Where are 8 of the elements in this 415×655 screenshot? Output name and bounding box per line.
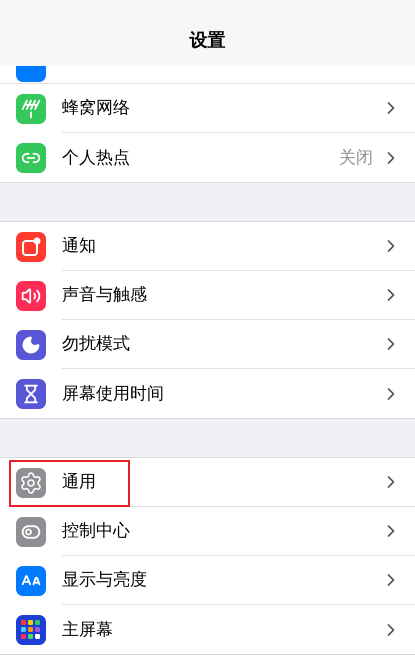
- setting-value: 关闭: [339, 146, 373, 169]
- setting-label[interactable]: 个人热点: [62, 144, 339, 170]
- notification-icon: [21, 236, 41, 256]
- speaker-icon: [21, 286, 41, 306]
- moon-icon: [21, 334, 41, 354]
- antenna-icon: [21, 98, 41, 118]
- page-title: 设置: [190, 28, 226, 52]
- app-tile: [16, 66, 46, 82]
